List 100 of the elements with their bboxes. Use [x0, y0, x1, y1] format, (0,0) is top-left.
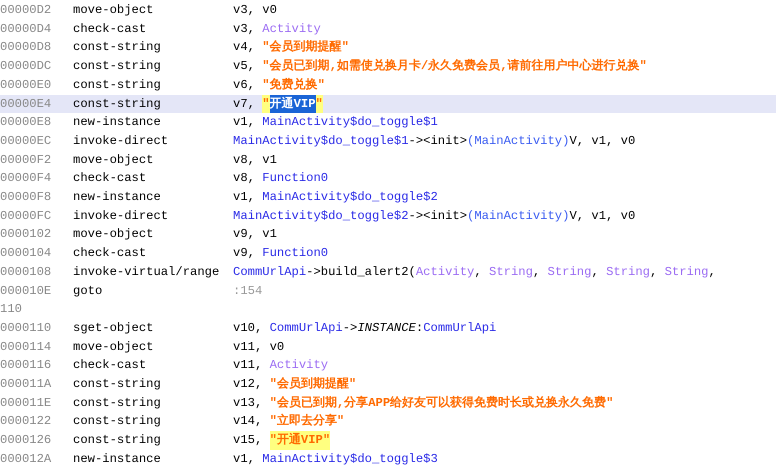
code-line[interactable]: 000011E const-string v13, "会员已到期,分享APP给好友可以获得免费时长或兑换永久免费"	[0, 394, 776, 412]
operand-text: ,	[591, 264, 600, 281]
code-line[interactable]: 00000DC const-string v5, "会员已到期,如需使兑换月卡/永久免费会员,请前往用户中心进行兑换"	[0, 57, 776, 76]
address: 00000DC	[0, 58, 52, 76]
address: 000012A	[0, 450, 52, 468]
class-name: CommUrlApi	[233, 264, 306, 281]
address: 0000122	[0, 413, 52, 430]
address: 00000D4	[0, 20, 52, 38]
jump-label: :154	[233, 282, 262, 300]
opcode: goto	[73, 282, 104, 300]
address: 0000104	[0, 245, 52, 262]
operand-text: v1,	[233, 450, 256, 468]
highlighted-text: "	[262, 94, 270, 114]
opcode: const-string	[73, 394, 162, 412]
operand-text: V, v1, v0	[569, 132, 636, 150]
code-line[interactable]: 00000FC invoke-direct MainActivity$do_toggle$2-><init>(MainActivity)V, v1, v0	[0, 206, 776, 226]
operand-text: v6,	[233, 76, 256, 94]
opcode: const-string	[73, 39, 162, 56]
highlighted-text: "开通VIP"	[270, 431, 330, 450]
operand-text: v11,	[233, 357, 264, 374]
string-literal: "免费兑换"	[262, 76, 325, 94]
address: 00000E0	[0, 76, 52, 94]
operand-text: v10,	[233, 320, 264, 337]
operand-text: ->	[342, 320, 358, 337]
class-name: MainActivity$do_toggle$2	[233, 208, 409, 225]
code-line[interactable]: 0000110 sget-object v10, CommUrlApi->INSTANCE:CommUrlApi	[0, 318, 776, 338]
code-line[interactable]: 00000D2 move-object v3, v0	[0, 1, 776, 20]
opcode: const-string	[73, 58, 162, 76]
code-line[interactable]: 0000114 move-object v11, v0	[0, 338, 776, 356]
address: 000010E	[0, 282, 52, 300]
code-line[interactable]: 110	[0, 300, 776, 319]
operand-text: V, v1, v0	[569, 208, 636, 225]
address: 00000FC	[0, 208, 52, 225]
type-name: String	[664, 264, 708, 281]
operand-text: :	[416, 320, 424, 337]
operand-text: ->build_alert2(	[306, 264, 416, 281]
opcode: new-instance	[73, 450, 162, 468]
opcode: move-object	[73, 2, 154, 19]
address: 00000F8	[0, 189, 52, 206]
code-line[interactable]: 00000E8 new-instance v1, MainActivity$do_toggle$1	[0, 113, 776, 132]
opcode: check-cast	[73, 170, 148, 188]
operand-text: v12,	[233, 376, 264, 394]
code-line[interactable]: 00000F4 check-cast v8, Function0	[0, 169, 776, 188]
code-line[interactable]: 00000E0 const-string v6, "免费兑换"	[0, 76, 776, 95]
class-name: MainActivity$do_toggle$1	[262, 114, 438, 132]
class-name: Function0	[262, 245, 328, 262]
code-line[interactable]: 0000122 const-string v14, "立即去分享"	[0, 412, 776, 432]
class-name: Function0	[262, 170, 328, 188]
string-literal: "会员到期提醒"	[262, 39, 349, 56]
class-name: (MainActivity)	[467, 208, 570, 225]
code-line[interactable]: 0000102 move-object v9, v1	[0, 225, 776, 244]
address: 0000126	[0, 432, 52, 450]
code-line[interactable]: 000010E goto :154	[0, 282, 776, 300]
opcode: new-instance	[73, 189, 162, 206]
operand-text: v4,	[233, 39, 256, 56]
opcode: const-string	[73, 432, 162, 450]
address: 00000E8	[0, 114, 52, 132]
operand-text: -><init>	[408, 132, 468, 150]
code-line[interactable]: 00000EC invoke-direct MainActivity$do_toggle$1-><init>(MainActivity)V, v1, v0	[0, 132, 776, 151]
operand-text: v14,	[233, 413, 264, 430]
code-line[interactable]: 00000F2 move-object v8, v1	[0, 150, 776, 170]
operand-text: ,	[532, 264, 542, 281]
code-label: 110	[0, 301, 22, 318]
class-name: MainActivity$do_toggle$1	[233, 132, 409, 150]
class-name: (MainActivity)	[467, 132, 570, 150]
operand-text: v9, v1	[233, 226, 277, 244]
opcode: move-object	[73, 152, 154, 169]
code-line[interactable]: 0000108 invoke-virtual/range CommUrlApi->build_alert2(Activity, String, String, String, String,	[0, 262, 776, 282]
opcode: check-cast	[73, 357, 148, 374]
operand-text: v1,	[233, 189, 256, 206]
operand-text: v3,	[233, 20, 256, 38]
type-name: Activity	[262, 20, 321, 38]
code-line[interactable]: 0000126 const-string v15, "开通VIP"	[0, 431, 776, 450]
operand-text: ,	[650, 264, 658, 281]
code-line[interactable]: 00000F8 new-instance v1, MainActivity$do_toggle$2	[0, 188, 776, 207]
address: 0000116	[0, 357, 52, 374]
address: 0000102	[0, 226, 52, 244]
code-line[interactable]: 000012A new-instance v1, MainActivity$do_toggle$3	[0, 450, 776, 469]
class-name: CommUrlApi	[423, 320, 496, 337]
address: 000011E	[0, 394, 52, 412]
operand-text: v8, v1	[233, 152, 277, 169]
operand-text: -><init>	[408, 208, 468, 225]
address: 00000F2	[0, 152, 52, 169]
opcode: invoke-direct	[73, 208, 170, 225]
opcode: move-object	[73, 226, 154, 244]
code-line[interactable]: 00000D4 check-cast v3, Activity	[0, 20, 776, 38]
type-name: String	[489, 264, 533, 281]
class-name: MainActivity$do_toggle$2	[262, 189, 438, 206]
address: 00000D2	[0, 2, 52, 19]
operand-text: v9,	[233, 245, 256, 262]
opcode: new-instance	[73, 114, 162, 132]
code-line[interactable]: 0000104 check-cast v9, Function0	[0, 244, 776, 263]
code-line[interactable]: 000011A const-string v12, "会员到期提醒"	[0, 375, 776, 394]
opcode: const-string	[73, 413, 162, 430]
opcode: const-string	[73, 376, 162, 394]
address: 00000F4	[0, 170, 52, 188]
code-line[interactable]: 0000116 check-cast v11, Activity	[0, 356, 776, 376]
operand-text: v7,	[233, 96, 256, 113]
code-line[interactable]: 00000D8 const-string v4, "会员到期提醒"	[0, 38, 776, 58]
address: 0000114	[0, 338, 52, 356]
